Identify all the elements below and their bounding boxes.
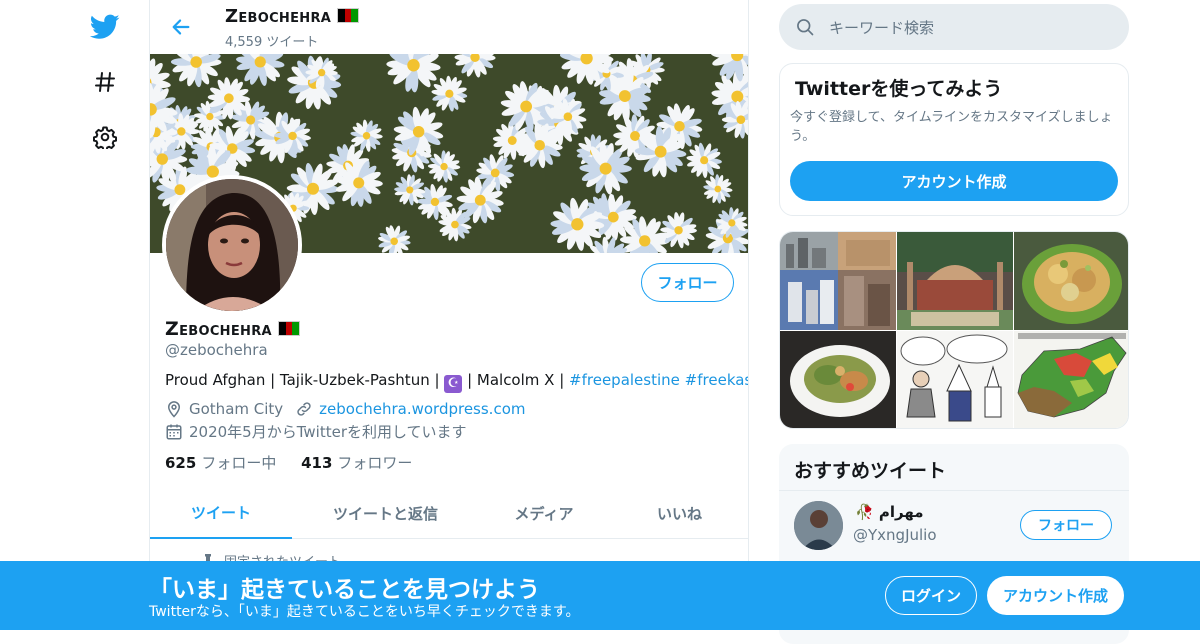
search-bar[interactable]: キーワード検索	[779, 4, 1129, 50]
header-name-text: Zebochehra	[225, 6, 331, 27]
signup-card-title: Twitterを使ってみよう	[795, 74, 1002, 101]
followers-count: 413	[301, 454, 332, 472]
gear-icon[interactable]	[89, 121, 121, 153]
recommended-follow-button[interactable]: フォロー	[1020, 510, 1112, 540]
profile-location: Gotham City	[189, 400, 283, 418]
afghanistan-flag-icon	[337, 8, 359, 23]
following-label: フォロー中	[201, 454, 276, 472]
tab-tweets[interactable]: ツイート	[150, 487, 292, 539]
location-pin-icon	[165, 400, 183, 418]
afghanistan-flag-icon	[278, 321, 300, 336]
rose-icon: 🥀	[855, 503, 874, 521]
recommended-user-handle: @YxngJulio	[853, 526, 937, 544]
search-icon	[795, 17, 815, 37]
media-thumbnail[interactable]	[1014, 232, 1129, 330]
create-account-button[interactable]: アカウント作成	[790, 161, 1118, 201]
link-icon	[295, 400, 313, 418]
twitter-bird-icon[interactable]	[89, 11, 121, 43]
bottom-bar-title: 「いま」起きていることを見つけよう	[149, 570, 540, 604]
profile-tabs: ツイート ツイートと返信 メディア いいね	[150, 487, 749, 539]
recommended-user-name-text: ﻣﻬﺮﺍﻡ	[879, 503, 924, 521]
media-thumbnail[interactable]	[1014, 331, 1129, 429]
signup-card-description: 今すぐ登録して、タイムラインをカスタマイズしましょう。	[790, 108, 1120, 146]
left-nav	[0, 0, 150, 630]
bio-text: Proud Afghan | Tajik-Uzbek-Pashtun |	[165, 371, 444, 389]
media-grid-card	[779, 231, 1129, 429]
bio-text-mid: | Malcolm X |	[462, 371, 569, 389]
bottom-bar-subtitle: Twitterなら、「いま」起きていることをいち早くチェックできます。	[149, 601, 580, 621]
profile-joined-row: 2020年5月からTwitterを利用しています	[165, 421, 467, 442]
calendar-icon	[165, 423, 183, 441]
profile-handle: @zebochehra	[165, 341, 268, 359]
hashtag-link[interactable]: #freepalestine	[569, 371, 680, 389]
media-thumbnail[interactable]	[897, 232, 1013, 330]
search-placeholder: キーワード検索	[829, 17, 934, 38]
bottom-signup-bar: 「いま」起きていることを見つけよう Twitterなら、「いま」起きていることを…	[0, 561, 1200, 630]
header-tweet-count: 4,559 ツイート	[225, 31, 318, 50]
follow-stats: 625 フォロー中 413 フォロワー	[165, 452, 412, 473]
hashtag-link[interactable]: #freekashmir	[685, 371, 749, 389]
tab-likes[interactable]: いいね	[609, 487, 749, 539]
profile-name-text: Zebochehra	[165, 318, 272, 340]
profile-avatar[interactable]	[162, 175, 302, 315]
tab-tweets-and-replies[interactable]: ツイートと返信	[292, 487, 479, 539]
hashtag-icon[interactable]	[89, 66, 121, 98]
profile-location-row: Gotham City zebochehra.wordpress.com	[165, 400, 525, 418]
following-count: 625	[165, 454, 196, 472]
arrow-left-icon[interactable]	[166, 12, 196, 42]
tab-media[interactable]: メディア	[479, 487, 609, 539]
followers-link[interactable]: 413 フォロワー	[301, 454, 412, 472]
profile-header-bar: Zebochehra 4,559 ツイート	[150, 0, 749, 54]
login-button[interactable]: ログイン	[885, 576, 977, 615]
following-link[interactable]: 625 フォロー中	[165, 454, 276, 472]
profile-joined-date: 2020年5月からTwitterを利用しています	[189, 421, 467, 442]
header-display-name: Zebochehra	[225, 6, 359, 27]
media-thumbnail[interactable]	[897, 331, 1013, 429]
followers-label: フォロワー	[337, 454, 412, 472]
recommended-user-name: 🥀 ﻣﻬﺮﺍﻡ	[855, 503, 924, 521]
profile-column: Zebochehra 4,559 ツイート フォロー Zebochehra @z…	[149, 0, 749, 630]
profile-display-name: Zebochehra	[165, 318, 300, 340]
media-thumbnail[interactable]	[780, 331, 896, 429]
media-thumbnail[interactable]	[780, 232, 896, 330]
follow-button[interactable]: フォロー	[641, 263, 734, 302]
profile-bio: Proud Afghan | Tajik-Uzbek-Pashtun | ☪ |…	[165, 371, 749, 393]
avatar[interactable]	[794, 501, 843, 550]
signup-button[interactable]: アカウント作成	[987, 576, 1124, 615]
recommended-title: おすすめツイート	[794, 456, 946, 483]
profile-website-link[interactable]: zebochehra.wordpress.com	[319, 400, 525, 418]
signup-card: Twitterを使ってみよう 今すぐ登録して、タイムラインをカスタマイズしましょ…	[779, 63, 1129, 216]
crescent-moon-icon: ☪	[444, 375, 462, 393]
